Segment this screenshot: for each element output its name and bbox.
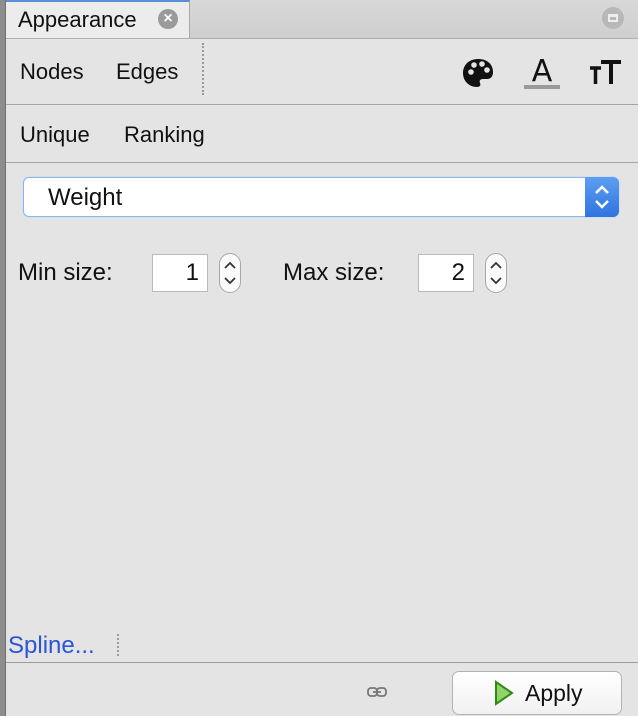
min-size-label: Min size: xyxy=(18,259,113,286)
panel-tab-bar: Appearance × xyxy=(6,0,638,39)
appearance-tab[interactable]: Appearance × xyxy=(6,0,190,38)
apply-button[interactable]: Apply xyxy=(452,671,622,715)
color-mode-toolbar: Unique Ranking xyxy=(6,105,638,163)
tab-title: Appearance xyxy=(18,7,137,32)
tab-ranking[interactable]: Ranking xyxy=(124,122,205,148)
min-size-field[interactable]: 1 xyxy=(152,254,208,292)
tab-edges[interactable]: Edges xyxy=(116,59,178,85)
min-size-spinner[interactable] xyxy=(219,253,241,293)
spline-link[interactable]: Spline... xyxy=(8,632,95,660)
chevron-updown-icon[interactable] xyxy=(585,177,619,217)
text-size-icon[interactable] xyxy=(588,55,624,91)
max-size-spinner[interactable] xyxy=(485,253,507,293)
max-size-field[interactable]: 2 xyxy=(418,254,474,292)
tab-unique[interactable]: Unique xyxy=(20,122,90,148)
maximize-icon[interactable] xyxy=(602,7,624,29)
chain-link-icon[interactable] xyxy=(367,685,387,699)
apply-label: Apply xyxy=(525,679,583,706)
footer-separator xyxy=(117,634,119,656)
play-icon xyxy=(495,680,514,706)
max-size-label: Max size: xyxy=(283,259,385,286)
palette-icon[interactable] xyxy=(460,55,496,91)
tab-nodes[interactable]: Nodes xyxy=(20,59,84,85)
close-icon[interactable]: × xyxy=(158,9,178,29)
footer-divider xyxy=(6,662,638,663)
svg-text:A: A xyxy=(532,55,553,89)
toolbar-separator xyxy=(202,43,204,95)
attribute-select-value: Weight xyxy=(48,184,123,211)
element-type-toolbar: Nodes Edges A xyxy=(6,39,638,105)
label-color-icon[interactable]: A xyxy=(522,54,560,91)
attribute-select[interactable]: Weight xyxy=(23,177,619,217)
